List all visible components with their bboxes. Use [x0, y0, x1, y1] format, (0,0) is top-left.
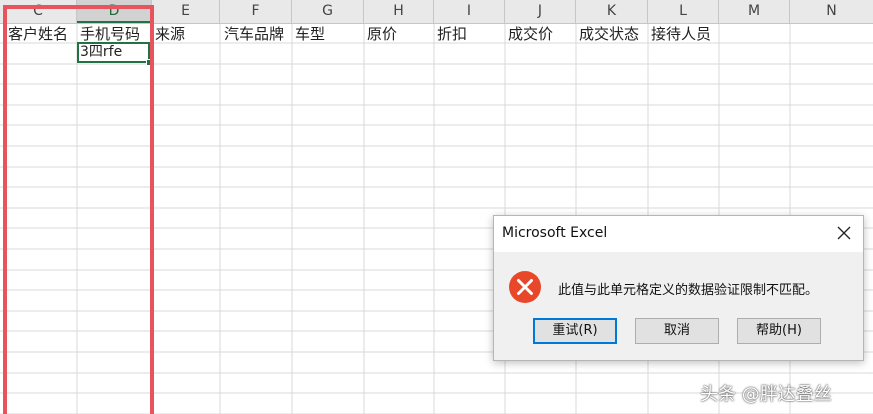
- column-header-m[interactable]: M: [719, 0, 790, 23]
- dialog-title: Microsoft Excel: [502, 225, 608, 241]
- help-button[interactable]: 帮助(H): [737, 318, 821, 344]
- column-header-f[interactable]: F: [220, 0, 292, 23]
- highlight-frame: [3, 5, 154, 414]
- header-cell-brand[interactable]: 汽车品牌: [221, 24, 284, 44]
- column-header-n[interactable]: N: [790, 0, 873, 23]
- dialog-message: 此值与此单元格定义的数据验证限制不匹配。: [558, 283, 819, 298]
- error-icon: [508, 270, 542, 304]
- column-header-e[interactable]: E: [152, 0, 220, 23]
- header-cell-deal-price[interactable]: 成交价: [505, 24, 553, 44]
- validation-error-dialog: Microsoft Excel 此值与此单元格定义的数据验证限制不匹配。 重试(…: [493, 215, 864, 361]
- close-icon[interactable]: [835, 224, 853, 242]
- cancel-button[interactable]: 取消: [635, 318, 719, 344]
- column-header-g[interactable]: G: [292, 0, 364, 23]
- retry-button[interactable]: 重试(R): [533, 318, 617, 344]
- column-header-i[interactable]: I: [434, 0, 505, 23]
- header-cell-receptionist[interactable]: 接待人员: [648, 24, 711, 44]
- dialog-titlebar: Microsoft Excel: [494, 216, 863, 252]
- column-header-h[interactable]: H: [364, 0, 434, 23]
- header-cell-source[interactable]: 来源: [152, 24, 185, 44]
- column-header-l[interactable]: L: [648, 0, 719, 23]
- header-cell-original-price[interactable]: 原价: [364, 24, 397, 44]
- column-header-j[interactable]: J: [505, 0, 576, 23]
- header-cell-discount[interactable]: 折扣: [434, 24, 467, 44]
- watermark: 头条 @胖达叠丝: [700, 384, 832, 405]
- column-header-k[interactable]: K: [576, 0, 648, 23]
- header-cell-model[interactable]: 车型: [292, 24, 325, 44]
- dialog-body: 此值与此单元格定义的数据验证限制不匹配。 重试(R) 取消 帮助(H): [494, 252, 863, 360]
- header-cell-deal-status[interactable]: 成交状态: [576, 24, 639, 44]
